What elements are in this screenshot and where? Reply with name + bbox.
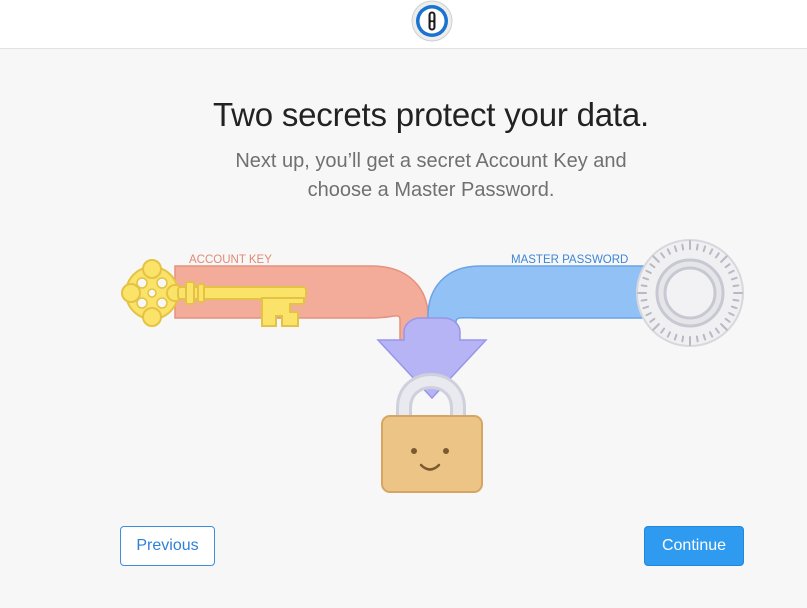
subtitle-line-1: Next up, you’ll get a secret Account Key… xyxy=(235,150,627,172)
dial-tick xyxy=(695,335,699,343)
dial-tick xyxy=(732,284,740,288)
page-subtitle: Next up, you’ll get a secret Account Key… xyxy=(0,147,807,205)
dial-tick xyxy=(681,243,685,251)
top-bar xyxy=(0,0,807,49)
dial-tick xyxy=(695,243,699,251)
dial-tick xyxy=(640,284,648,288)
continue-button[interactable]: Continue xyxy=(644,526,744,566)
dial-tick xyxy=(640,298,648,302)
combination-dial-icon xyxy=(636,239,744,347)
page-title: Two secrets protect your data. xyxy=(212,96,650,133)
account-key-label: ACCOUNT KEY xyxy=(189,254,272,266)
dial-tick xyxy=(681,335,685,343)
1password-logo-icon xyxy=(411,0,453,42)
previous-button[interactable]: Previous xyxy=(120,526,215,566)
master-password-label: MASTER PASSWORD xyxy=(511,254,628,266)
dial-tick xyxy=(732,298,740,302)
subtitle-line-2: choose a Master Password. xyxy=(307,179,555,201)
two-secrets-illustration: ACCOUNT KEY MASTER PASSWORD xyxy=(121,239,744,493)
